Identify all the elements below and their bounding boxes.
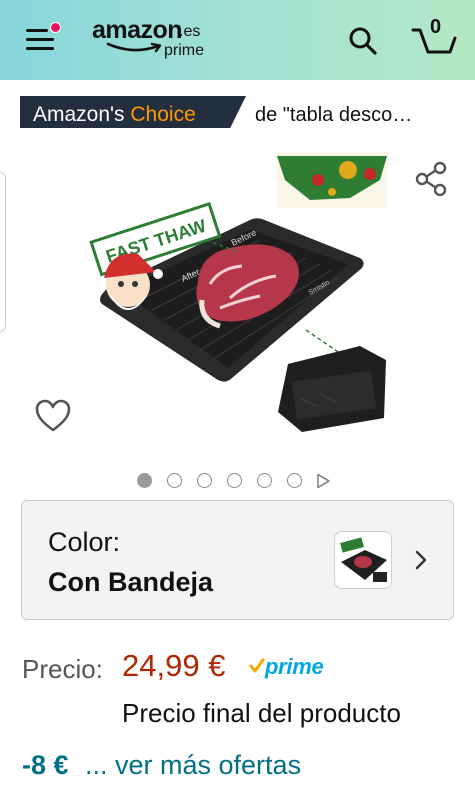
badge-label-choice: Choice (130, 103, 196, 126)
notification-dot (50, 22, 61, 33)
heart-icon (35, 399, 71, 432)
side-drawer-tab[interactable] (0, 172, 6, 332)
logo-prime-label: prime (164, 42, 205, 59)
badge-label-brand: Amazon's (33, 103, 125, 126)
variant-thumbnail-image (340, 537, 387, 582)
menu-line (26, 47, 54, 50)
image-carousel-indicators (137, 473, 337, 489)
cart-count: 0 (430, 16, 442, 38)
carousel-dot-6[interactable] (287, 473, 302, 488)
more-offers-link[interactable]: ... ver más ofertas (85, 750, 301, 781)
add-to-wishlist-button[interactable] (34, 398, 72, 434)
color-selected-value: Con Bandeja (48, 567, 214, 597)
hamburger-menu-button[interactable] (26, 22, 61, 54)
color-variant-thumbnail (334, 531, 392, 589)
amazon-prime-logo[interactable]: amazon .es prime (92, 16, 222, 64)
menu-line (26, 29, 48, 32)
color-variant-selector[interactable]: Color: Con Bandeja (21, 500, 454, 620)
prime-check-icon (249, 658, 265, 673)
logo-country-suffix: .es (179, 23, 201, 40)
carousel-dot-1[interactable] (137, 473, 152, 488)
carousel-dot-2[interactable] (167, 473, 182, 488)
color-label: Color: (48, 527, 121, 557)
search-button[interactable] (348, 26, 378, 56)
badge-search-query: de "tabla desco… (255, 104, 413, 126)
price-label: Precio: (22, 654, 103, 684)
christmas-garland-decoration (277, 152, 387, 208)
amazon-smile-icon (106, 42, 162, 53)
menu-line (26, 38, 54, 41)
share-icon (415, 161, 447, 197)
discount-amount: -8 € (22, 750, 69, 780)
tray-with-drip-pan (278, 346, 386, 432)
prime-label: prime (265, 654, 324, 679)
play-video-icon[interactable] (315, 473, 331, 489)
cart-button[interactable]: 0 (410, 16, 458, 60)
product-image[interactable]: After Before Smistin FAST THAW (80, 150, 400, 450)
share-button[interactable] (414, 160, 450, 197)
chevron-right-icon (415, 550, 427, 570)
badge-label: Amazon's Choice (33, 103, 196, 127)
final-price-note: Precio final del producto (122, 698, 401, 728)
search-icon (349, 27, 377, 55)
carousel-dot-4[interactable] (227, 473, 242, 488)
price-value: 24,99 € (122, 648, 226, 683)
amazons-choice-badge: Amazon's Choice (20, 96, 246, 128)
carousel-dot-5[interactable] (257, 473, 272, 488)
carousel-dot-3[interactable] (197, 473, 212, 488)
top-navigation-bar: amazon .es prime 0 (0, 0, 475, 80)
